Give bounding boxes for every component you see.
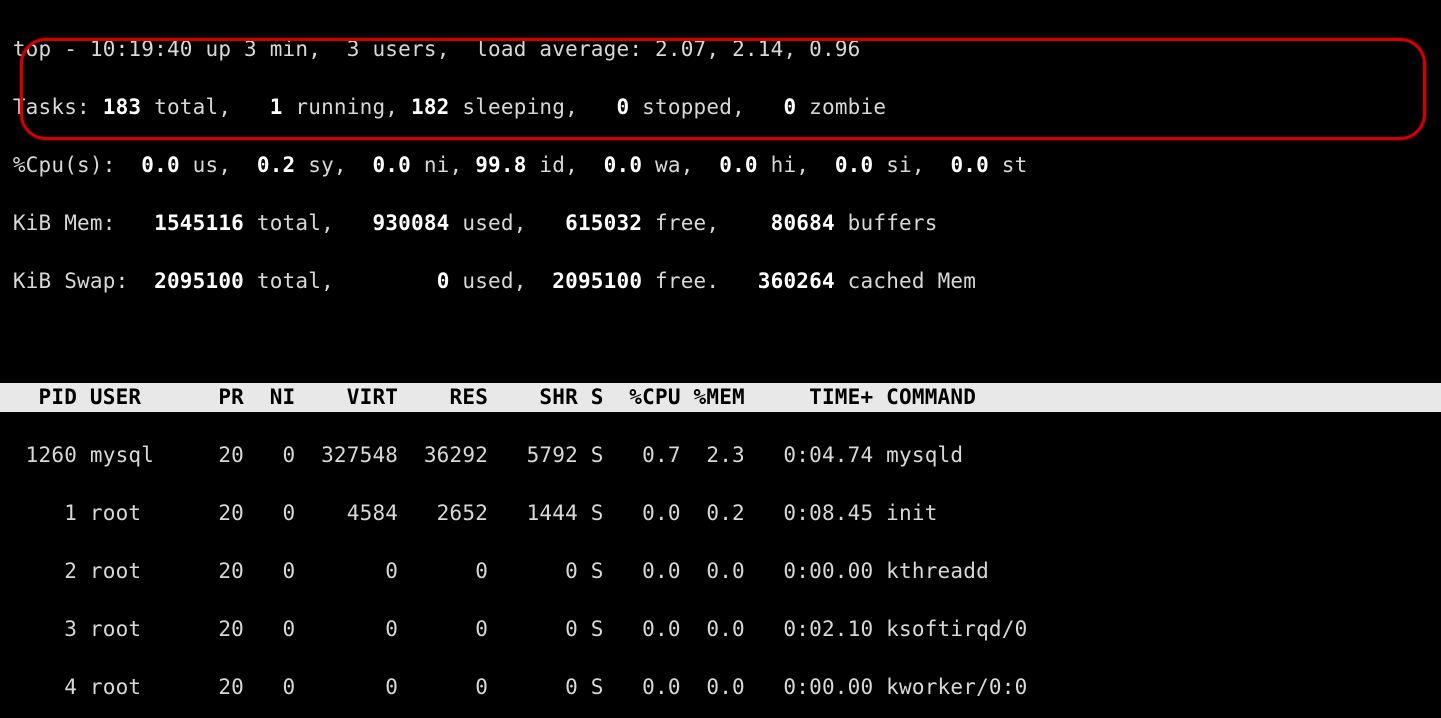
blank-line — [0, 325, 1441, 354]
mem-total: 1545116 — [154, 211, 244, 235]
uptime-time: 10:19:40 — [90, 37, 193, 61]
cpu-us-lbl: us, — [180, 153, 257, 177]
cpu-st: 0.0 — [950, 153, 989, 177]
mem-used: 930084 — [372, 211, 449, 235]
tasks-zombie: 0 — [783, 95, 796, 119]
uptime-load: 2.07, 2.14, 0.96 — [655, 37, 861, 61]
tasks-stopped-lbl: stopped, — [629, 95, 783, 119]
process-row: 2 root 20 0 0 0 0 S 0.0 0.0 0:00.00 kthr… — [0, 557, 1441, 586]
swap-cached-lbl: cached Mem — [835, 269, 976, 293]
tasks-prefix: Tasks: — [0, 95, 103, 119]
mem-prefix: KiB Mem: — [0, 211, 154, 235]
uptime-sep2: , load average: — [437, 37, 655, 61]
cpu-wa: 0.0 — [604, 153, 643, 177]
swap-total: 2095100 — [154, 269, 244, 293]
uptime-duration: 3 min — [244, 37, 308, 61]
cpu-line: %Cpu(s): 0.0 us, 0.2 sy, 0.0 ni, 99.8 id… — [0, 151, 1441, 180]
mem-buffers-lbl: buffers — [835, 211, 938, 235]
mem-buffers: 80684 — [771, 211, 835, 235]
cpu-sy: 0.2 — [257, 153, 296, 177]
mem-total-lbl: total, — [244, 211, 372, 235]
tasks-stopped: 0 — [617, 95, 630, 119]
uptime-sep1: , — [308, 37, 347, 61]
uptime-prefix: top - — [0, 37, 90, 61]
tasks-running: 1 — [270, 95, 283, 119]
mem-line: KiB Mem: 1545116 total, 930084 used, 615… — [0, 209, 1441, 238]
process-row: 3 root 20 0 0 0 0 S 0.0 0.0 0:02.10 ksof… — [0, 615, 1441, 644]
tasks-total-lbl: total, — [141, 95, 269, 119]
swap-total-lbl: total, — [244, 269, 437, 293]
cpu-us: 0.0 — [141, 153, 180, 177]
tasks-line: Tasks: 183 total, 1 running, 182 sleepin… — [0, 93, 1441, 122]
swap-used-lbl: used, — [450, 269, 553, 293]
cpu-si-lbl: si, — [873, 153, 950, 177]
cpu-id-lbl: id, — [527, 153, 604, 177]
cpu-wa-lbl: wa, — [642, 153, 719, 177]
process-row: 1 root 20 0 4584 2652 1444 S 0.0 0.2 0:0… — [0, 499, 1441, 528]
uptime-up-lit: up — [193, 37, 244, 61]
mem-free-lbl: free, — [642, 211, 770, 235]
cpu-st-lbl: st — [989, 153, 1028, 177]
swap-used: 0 — [437, 269, 450, 293]
cpu-id: 99.8 — [475, 153, 526, 177]
tasks-running-lbl: running, — [283, 95, 411, 119]
swap-prefix: KiB Swap: — [0, 269, 154, 293]
tasks-zombie-lbl: zombie — [796, 95, 886, 119]
tasks-sleeping: 182 — [411, 95, 450, 119]
swap-free-lbl: free. — [642, 269, 758, 293]
tasks-total: 183 — [103, 95, 142, 119]
swap-line: KiB Swap: 2095100 total, 0 used, 2095100… — [0, 267, 1441, 296]
cpu-sy-lbl: sy, — [295, 153, 372, 177]
cpu-si: 0.0 — [835, 153, 874, 177]
terminal-output: top - 10:19:40 up 3 min, 3 users, load a… — [0, 0, 1441, 718]
mem-used-lbl: used, — [450, 211, 566, 235]
process-table-header: PID USER PR NI VIRT RES SHR S %CPU %MEM … — [0, 383, 1441, 412]
cpu-hi-lbl: hi, — [758, 153, 835, 177]
tasks-sleeping-lbl: sleeping, — [450, 95, 617, 119]
cpu-ni: 0.0 — [372, 153, 411, 177]
uptime-line: top - 10:19:40 up 3 min, 3 users, load a… — [0, 35, 1441, 64]
swap-cached: 360264 — [758, 269, 835, 293]
cpu-prefix: %Cpu(s): — [0, 153, 141, 177]
uptime-users: 3 users — [347, 37, 437, 61]
cpu-hi: 0.0 — [719, 153, 758, 177]
swap-free: 2095100 — [552, 269, 642, 293]
mem-free: 615032 — [565, 211, 642, 235]
cpu-ni-lbl: ni, — [411, 153, 475, 177]
process-row: 4 root 20 0 0 0 0 S 0.0 0.0 0:00.00 kwor… — [0, 673, 1441, 702]
process-row: 1260 mysql 20 0 327548 36292 5792 S 0.7 … — [0, 441, 1441, 470]
